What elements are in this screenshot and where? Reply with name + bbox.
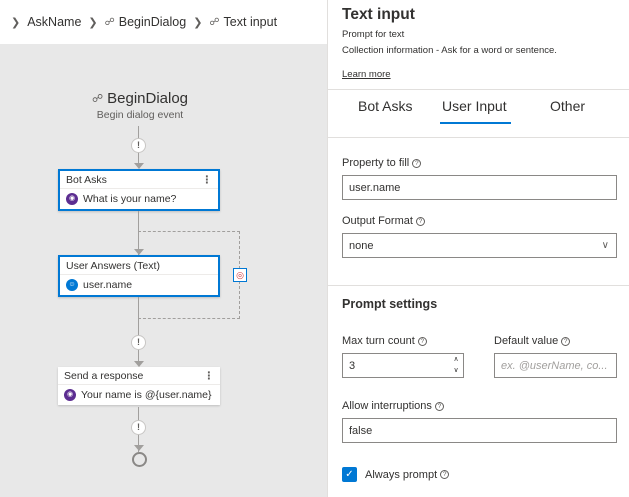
increment-icon[interactable]: ∧ [451,355,461,365]
node-header: Bot Asks [66,173,107,186]
info-icon[interactable]: ? [417,336,427,346]
prompt-settings-title: Prompt settings [342,297,438,311]
breadcrumb-item-begindialog[interactable]: BeginDialog [119,15,186,29]
decrement-icon[interactable]: ∨ [451,366,461,376]
dialog-canvas-pane: ❯ AskName ❯ ☍ BeginDialog ❯ ☍ Text input… [0,0,327,497]
tab-bot-asks[interactable]: Bot Asks [358,98,412,114]
node-body: user.name [83,279,133,291]
default-value-input[interactable]: ex. @userName, co... [494,353,617,378]
label-text: Allow interruptions [342,400,432,412]
trigger-subtitle: Begin dialog event [96,109,184,121]
bot-asks-node[interactable]: Bot Asks ⋮ ◉ What is your name? [58,169,220,211]
node-body: What is your name? [83,193,177,205]
add-node-button[interactable]: ! [131,335,146,350]
trigger-icon: ☍ [91,93,104,105]
connector-arrow [134,445,144,451]
trigger-title: BeginDialog [107,90,189,107]
allow-interruptions-input[interactable]: false [342,418,617,443]
connector-line [138,297,139,363]
node-header: Send a response [64,369,144,382]
node-body: Your name is @{user.name} [81,389,212,401]
active-tab-indicator [440,122,511,124]
breadcrumb: ❯ AskName ❯ ☍ BeginDialog ❯ ☍ Text input [0,0,327,44]
bot-icon: ◉ [64,389,76,401]
chevron-right-icon: ❯ [88,16,98,29]
properties-panel: Text input Prompt for text Collection in… [327,0,629,497]
more-options-icon[interactable]: ⋮ [202,174,213,186]
label-text: Default value [494,335,559,347]
chevron-down-icon: ∨ [601,240,609,251]
node-header: User Answers (Text) [66,259,160,272]
always-prompt-checkbox[interactable]: ✓ [342,467,357,482]
always-prompt-label: Always prompt ? [365,467,450,482]
loop-add-icon[interactable]: ◎ [233,268,247,282]
dropdown-value: none [349,239,374,252]
more-options-icon[interactable]: ⋮ [204,370,215,382]
learn-more-link[interactable]: Learn more [342,69,391,80]
info-icon[interactable]: ? [440,470,450,479]
tab-bar: Bot Asks User Input Other [328,98,629,126]
label-text: Property to fill [342,157,410,169]
info-icon[interactable]: ? [415,216,425,226]
panel-title: Text input [342,6,415,23]
chevron-right-icon: ❯ [11,16,21,29]
label-text: Always prompt [365,468,438,481]
tab-user-input[interactable]: User Input [442,98,507,114]
breadcrumb-item-askname[interactable]: AskName [27,15,81,29]
trigger-icon: ☍ [104,16,115,28]
divider [328,137,629,138]
flow-canvas: ☍ BeginDialog Begin dialog event ! Bot A… [0,44,327,497]
property-to-fill-label: Property to fill ? [342,157,422,169]
tab-other[interactable]: Other [550,98,585,114]
trigger-icon: ☍ [209,16,220,28]
output-format-label: Output Format ? [342,215,425,227]
max-turn-count-stepper[interactable]: 3 ∧ ∨ [342,353,464,378]
stepper-value: 3 [349,359,356,372]
property-to-fill-input[interactable]: user.name [342,175,617,200]
panel-subtitle: Prompt for text [342,29,405,40]
add-node-button[interactable]: ! [131,420,146,435]
divider [328,285,629,286]
end-node [132,452,147,467]
panel-description: Collection information - Ask for a word … [342,45,557,56]
divider [328,89,629,90]
max-turn-count-label: Max turn count ? [342,335,427,347]
info-icon[interactable]: ? [434,401,444,411]
info-icon[interactable]: ? [412,158,422,168]
label-text: Output Format [342,215,413,227]
breadcrumb-item-textinput[interactable]: Text input [224,15,278,29]
info-icon[interactable]: ? [561,336,571,346]
output-format-dropdown[interactable]: none ∨ [342,233,617,258]
user-icon: ☺ [66,279,78,291]
chevron-right-icon: ❯ [193,16,203,29]
allow-interruptions-label: Allow interruptions ? [342,400,444,412]
default-value-label: Default value ? [494,335,571,347]
trigger-node[interactable]: ☍ BeginDialog Begin dialog event [40,90,240,121]
bot-icon: ◉ [66,193,78,205]
user-answers-node[interactable]: User Answers (Text) ☺ user.name [58,255,220,297]
add-node-button[interactable]: ! [131,138,146,153]
label-text: Max turn count [342,335,415,347]
send-response-node[interactable]: Send a response ⋮ ◉ Your name is @{user.… [58,367,220,405]
